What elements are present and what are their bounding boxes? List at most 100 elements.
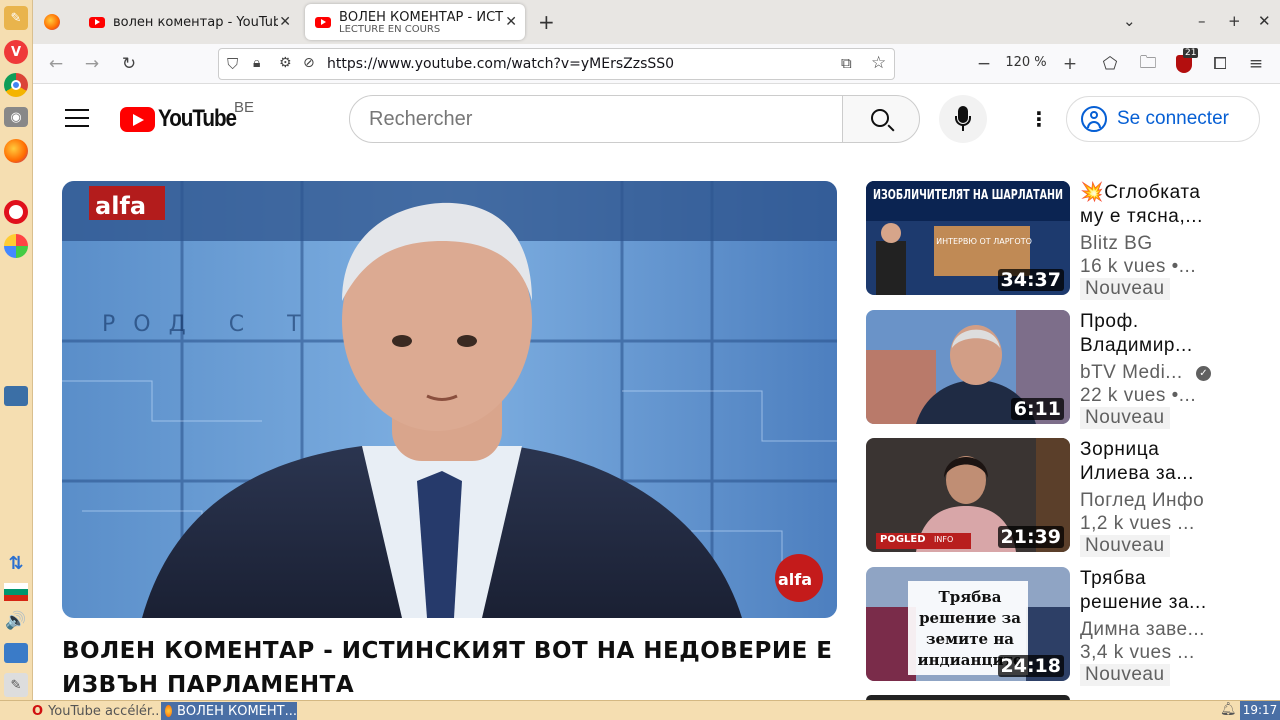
recommendation-views: 16 k vues •...	[1080, 256, 1197, 277]
color-picker-icon[interactable]	[4, 234, 28, 258]
close-window-button[interactable]: ✕	[1258, 12, 1271, 30]
hamburger-menu-icon[interactable]: ≡	[1245, 53, 1267, 75]
video-duration: 24:18	[997, 655, 1064, 677]
search-input[interactable]: Rechercher	[349, 95, 843, 143]
volume-icon[interactable]: 🔊	[4, 609, 28, 633]
picture-in-picture-icon[interactable]: ⧉	[841, 54, 852, 72]
taskbar-item-label: ВОЛЕН КОМЕНТ...	[176, 703, 297, 719]
recommendation-views: 22 k vues •...	[1080, 385, 1197, 406]
recommendation-title[interactable]: Трябва решение за...	[1080, 567, 1230, 615]
url-bar[interactable]: ⛉ 🔒︎ ⚙ ⊘ https://www.youtube.com/watch?v…	[218, 48, 895, 80]
recommendation-channel[interactable]: Димна заве...	[1080, 619, 1240, 641]
video-duration: 34:37	[997, 269, 1064, 291]
recommendation-thumbnail[interactable]: 6:11	[866, 310, 1070, 424]
close-tab-icon[interactable]: ✕	[279, 14, 291, 30]
new-badge: Nouveau	[1080, 278, 1170, 300]
search-button[interactable]	[842, 95, 920, 143]
autoplay-blocked-icon[interactable]: ⊘	[303, 55, 315, 71]
tracking-shield-icon[interactable]: ⛉	[227, 55, 238, 73]
close-tab-icon[interactable]: ✕	[505, 14, 517, 30]
text-editor-icon[interactable]: ✎	[4, 673, 28, 697]
taskbar-item[interactable]: O YouTube accélér...	[28, 702, 160, 720]
display-icon[interactable]	[4, 643, 28, 663]
youtube-favicon-icon	[89, 16, 105, 28]
recommendation-item[interactable]: Трябва решение за земите на индианците 2…	[866, 567, 1266, 686]
video-duration: 6:11	[1010, 398, 1064, 420]
chrome-icon[interactable]	[4, 73, 28, 97]
country-code: BE	[234, 99, 255, 116]
camera-icon[interactable]: ◉	[4, 107, 28, 127]
youtube-logo[interactable]: YouTube BE	[120, 99, 254, 133]
zoom-out-button[interactable]: −	[973, 53, 995, 75]
recommendation-item[interactable]: 6:11 Проф. Владимир... bTV Medi... ✓ 22 …	[866, 310, 1266, 429]
zoom-level[interactable]: 120 %	[1001, 55, 1051, 70]
forward-arrow-icon[interactable]: →	[81, 53, 103, 75]
recommendation-channel[interactable]: Поглед Инфо	[1080, 490, 1240, 512]
minimize-button[interactable]: –	[1198, 12, 1206, 30]
transfer-arrows-icon[interactable]: ⇅	[4, 551, 28, 575]
account-icon	[1081, 106, 1107, 132]
recommendation-thumbnail[interactable]: ИЗОБЛИЧИТЕЛЯТ НА ШАРЛАТАНИ ИНТЕРВЮ ОТ ЛА…	[866, 181, 1070, 295]
search-icon	[871, 109, 889, 127]
channel-watermark-text: alfa	[778, 570, 812, 589]
ublock-extension-icon[interactable]: 21	[1173, 48, 1199, 75]
bulgarian-flag-icon[interactable]	[4, 583, 28, 601]
reload-icon[interactable]: ↻	[118, 53, 140, 75]
tab-2-active[interactable]: ВОЛЕН КОМЕНТАР - ИСТИНСКИЯТ LECTURE EN C…	[305, 4, 525, 40]
video-duration: 21:39	[997, 526, 1064, 548]
channel-logo-text: alfa	[95, 192, 146, 220]
monitor-icon[interactable]	[4, 386, 28, 406]
paint-app-icon[interactable]: ✎	[4, 6, 28, 30]
new-badge: Nouveau	[1080, 535, 1170, 557]
video-player[interactable]: РОД С Т alfa alfa	[62, 181, 837, 618]
youtube-header: YouTube BE Rechercher ⋮ Se connecter	[33, 84, 1280, 154]
notification-bell-icon[interactable]: 🔔︎	[1220, 702, 1237, 717]
backdrop-text: РОД С Т	[102, 312, 319, 337]
bookmark-star-icon[interactable]: ☆	[871, 53, 886, 73]
back-arrow-icon[interactable]: ←	[45, 53, 67, 75]
recommendation-title[interactable]: Зорница Илиева за...	[1080, 438, 1230, 486]
new-badge: Nouveau	[1080, 664, 1170, 686]
thumbnail-headline: ИЗОБЛИЧИТЕЛЯТ НА ШАРЛАТАНИ	[873, 188, 1063, 203]
list-tabs-chevron-icon[interactable]: ⌄	[1123, 12, 1136, 30]
url-text: https://www.youtube.com/watch?v=yMErsZzs…	[327, 56, 675, 72]
recommendation-thumbnail[interactable]: Трябва решение за земите на индианците 2…	[866, 567, 1070, 681]
pocket-icon[interactable]: ⬠	[1099, 53, 1121, 75]
sign-in-button[interactable]: Se connecter	[1066, 96, 1260, 142]
downloads-folder-icon[interactable]: 🗀	[1137, 53, 1159, 75]
permissions-icon[interactable]: ⚙	[279, 55, 292, 71]
firefox-view-icon[interactable]	[44, 14, 60, 30]
opera-icon[interactable]	[4, 200, 28, 224]
navigation-bar: ← → ↻ ⛉ 🔒︎ ⚙ ⊘ https://www.youtube.com/w…	[33, 44, 1280, 84]
recommendation-channel[interactable]: Blitz BG	[1080, 233, 1240, 255]
voice-search-button[interactable]	[939, 95, 987, 143]
recommendation-channel[interactable]: bTV Medi...	[1080, 362, 1192, 384]
firefox-icon[interactable]	[4, 139, 28, 163]
sign-in-label: Se connecter	[1117, 108, 1229, 129]
recommendation-item[interactable]: POGLED INFO 21:39 Зорница Илиева за... П…	[866, 438, 1266, 557]
recommendation-item[interactable]: ИЗОБЛИЧИТЕЛЯТ НА ШАРЛАТАНИ ИНТЕРВЮ ОТ ЛА…	[866, 181, 1266, 300]
tab-1[interactable]: волен коментар - YouTube ✕	[79, 4, 299, 40]
youtube-favicon-icon	[315, 16, 331, 28]
zoom-in-button[interactable]: +	[1059, 53, 1081, 75]
system-clock[interactable]: 19:17	[1240, 701, 1280, 720]
extensions-puzzle-icon[interactable]: ⧠	[1209, 53, 1231, 75]
left-dock: ✎ V ◉ ⇅ 🔊 ✎	[0, 0, 33, 700]
opera-icon: O	[32, 703, 44, 719]
recommendation-title[interactable]: Проф. Владимир...	[1080, 310, 1230, 358]
recommendation-thumbnail[interactable]: POGLED INFO 21:39	[866, 438, 1070, 552]
thumbnail-subtitle: ИНТЕРВЮ ОТ ЛАРГОТО	[936, 237, 1032, 246]
more-options-icon[interactable]: ⋮	[1029, 107, 1049, 131]
new-tab-button[interactable]: +	[538, 10, 555, 34]
firefox-icon	[165, 705, 172, 717]
pogled-logo-sub: INFO	[934, 535, 954, 544]
tab-title: ВОЛЕН КОМЕНТАР - ИСТИНСКИЯТ	[339, 9, 504, 25]
taskbar-item-active[interactable]: ВОЛЕН КОМЕНТ...	[161, 702, 297, 720]
maximize-button[interactable]: +	[1228, 12, 1241, 30]
recommendation-title[interactable]: 💥Сглобката му е тясна,...	[1080, 181, 1230, 229]
vivaldi-icon[interactable]: V	[4, 40, 28, 64]
guide-menu-icon[interactable]	[65, 108, 89, 128]
lock-icon[interactable]: 🔒︎	[253, 55, 260, 71]
recommendation-views: 1,2 k vues ...	[1080, 513, 1195, 534]
tab-title: волен коментар - YouTube	[113, 14, 278, 30]
